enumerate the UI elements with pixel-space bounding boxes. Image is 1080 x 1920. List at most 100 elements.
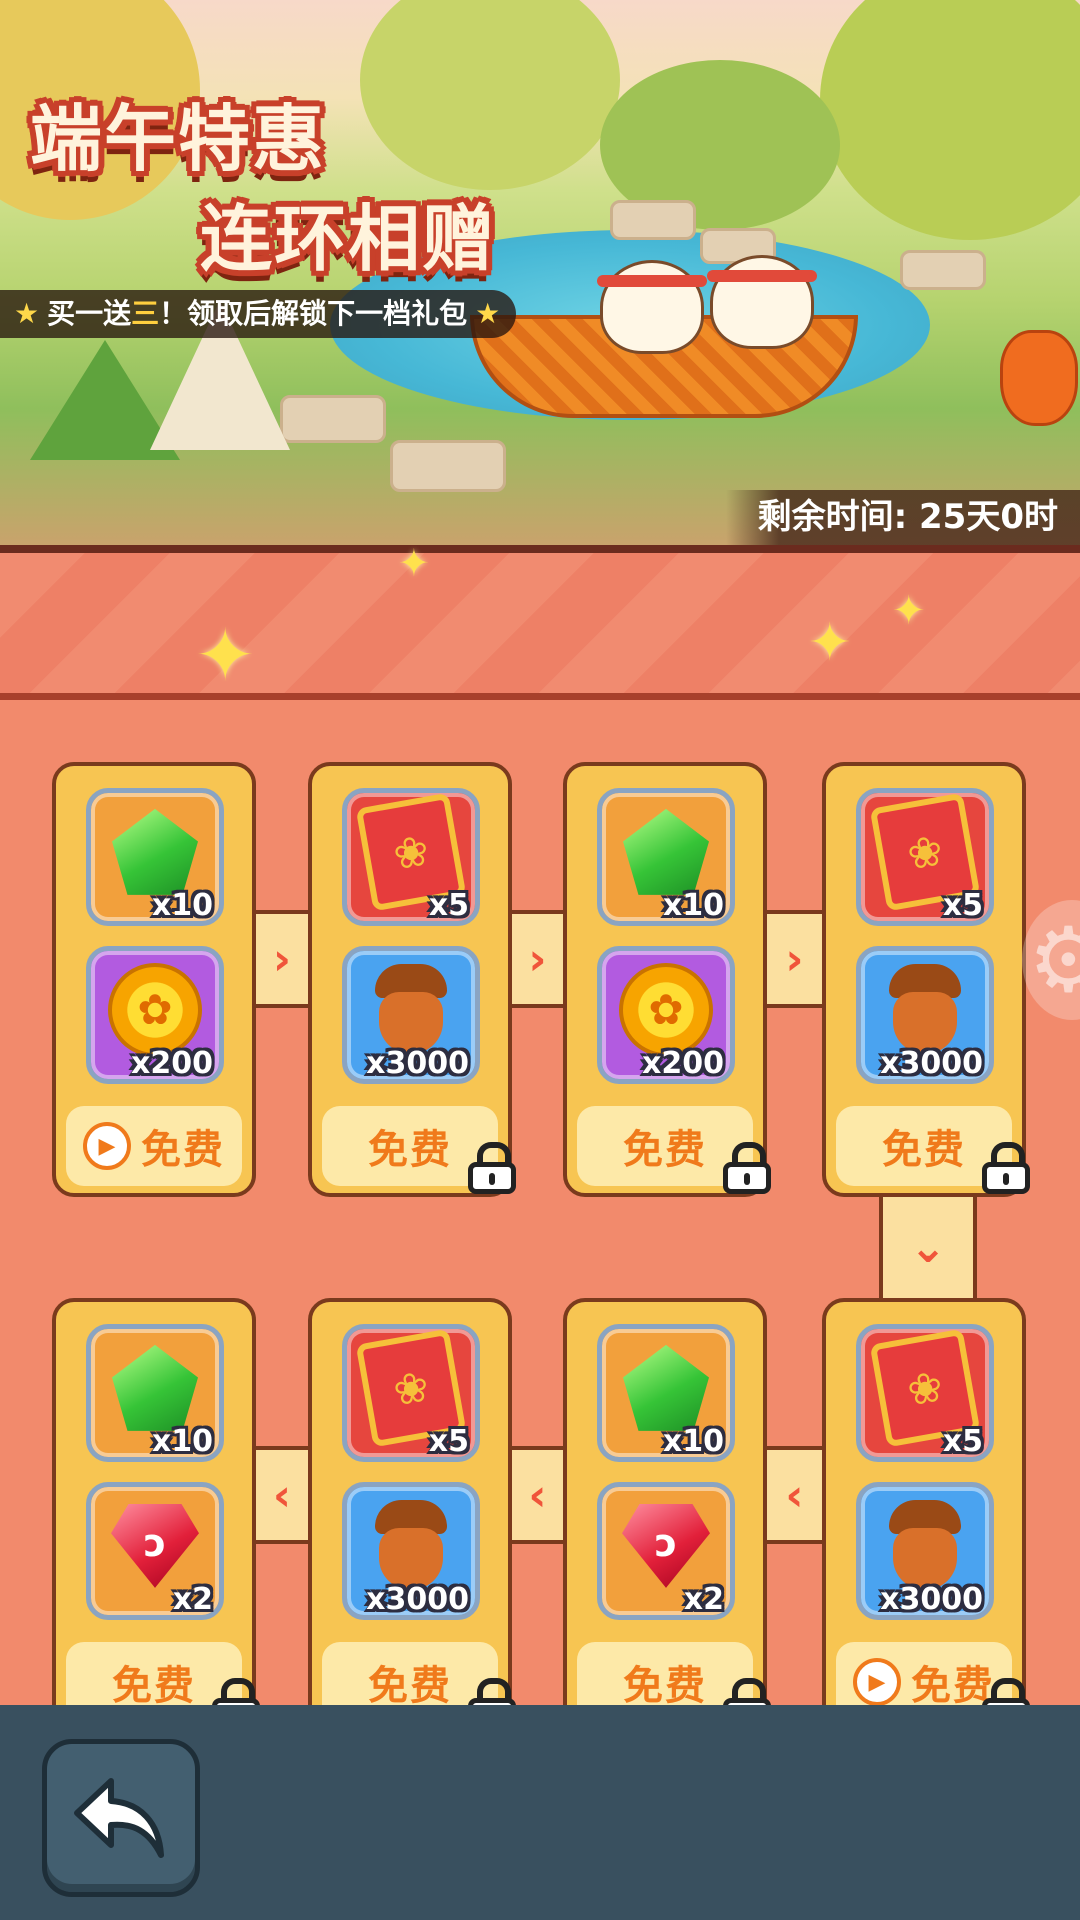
reward-slot[interactable]: x10 bbox=[86, 1324, 224, 1462]
gift-pack-card[interactable]: ❀ x5 x3000 免费 bbox=[308, 762, 516, 1197]
reward-quantity: x3000 bbox=[880, 1046, 983, 1081]
gift-pack-card[interactable]: ❀ x5 x3000 免费 bbox=[822, 762, 1030, 1197]
sparkle-icon: ✦ bbox=[892, 588, 926, 634]
star-icon: ★ bbox=[14, 297, 40, 330]
tree-foliage bbox=[820, 0, 1080, 240]
reward-slot[interactable]: x10 bbox=[597, 1324, 735, 1462]
claim-label: 免费 bbox=[141, 1127, 225, 1173]
reward-slot[interactable]: ✿ x200 bbox=[597, 946, 735, 1084]
stepping-stone bbox=[900, 250, 986, 290]
chevron-right-icon: › bbox=[767, 910, 822, 1008]
reward-slot[interactable]: ↄ x2 bbox=[597, 1482, 735, 1620]
gift-chain-grid: x10 ✿ x200 ▶ 免费 ❀ x5 x3000 免费 x10 ✿ x200 免费 ❀ x5 x3000 免… bbox=[0, 700, 1080, 1705]
green-gem-icon bbox=[112, 808, 198, 895]
event-banner: 端午特惠 连环相赠 ★ 买一送三！领取后解锁下一档礼包 ★ 剩余时间: 25天0… bbox=[0, 0, 1080, 545]
claim-free-button[interactable]: 免费 bbox=[66, 1642, 260, 1705]
claim-free-button[interactable]: 免费 bbox=[577, 1106, 771, 1194]
subtitle-prefix: 买一送 bbox=[47, 297, 132, 330]
claim-label: 免费 bbox=[112, 1663, 196, 1705]
lock-icon bbox=[468, 1678, 516, 1705]
reward-quantity: x5 bbox=[942, 888, 983, 923]
claim-label: 免费 bbox=[623, 1127, 707, 1173]
reward-slot[interactable]: ↄ x2 bbox=[86, 1482, 224, 1620]
lock-icon bbox=[982, 1678, 1030, 1705]
reward-slot[interactable]: ❀ x5 bbox=[856, 788, 994, 926]
gift-pack-card[interactable]: x10 ↄ x2 免费 bbox=[563, 1298, 771, 1705]
reward-slot[interactable]: x3000 bbox=[856, 1482, 994, 1620]
zongzi-rider-1 bbox=[597, 260, 707, 354]
reward-quantity: x10 bbox=[662, 888, 724, 923]
claim-label: 免费 bbox=[882, 1127, 966, 1173]
banner-title-line1: 端午特惠 bbox=[30, 97, 327, 181]
back-arrow-icon bbox=[74, 1778, 164, 1858]
chevron-left-icon: ‹ bbox=[512, 1446, 563, 1544]
reward-quantity: x3000 bbox=[880, 1582, 983, 1617]
reward-quantity: x3000 bbox=[366, 1582, 469, 1617]
claim-free-button[interactable]: ▶ 免费 bbox=[66, 1106, 242, 1186]
red-ruby-icon: ↄ bbox=[622, 1503, 710, 1588]
claim-label: 免费 bbox=[623, 1663, 707, 1705]
reward-slot[interactable]: ❀ x5 bbox=[342, 1324, 480, 1462]
reward-slot[interactable]: x3000 bbox=[342, 1482, 480, 1620]
reward-quantity: x10 bbox=[662, 1424, 724, 1459]
star-icon: ★ bbox=[475, 297, 501, 330]
reward-slot[interactable]: ✿ x200 bbox=[86, 946, 224, 1084]
countdown-timer: 剩余时间: 25天0时 bbox=[725, 490, 1080, 545]
claim-free-button[interactable]: 免费 bbox=[836, 1106, 1030, 1194]
lock-icon bbox=[212, 1678, 260, 1705]
gift-pack-card[interactable]: ❀ x5 x3000 免费 bbox=[308, 1298, 516, 1705]
green-gem-icon bbox=[623, 1344, 709, 1431]
stepping-stone bbox=[390, 440, 506, 492]
gold-coin-icon: ✿ bbox=[108, 962, 202, 1057]
red-ruby-icon: ↄ bbox=[111, 1503, 199, 1588]
green-gem-icon bbox=[112, 1344, 198, 1431]
chevron-right-icon: › bbox=[512, 910, 563, 1008]
play-video-icon: ▶ bbox=[83, 1122, 131, 1170]
reward-slot[interactable]: x3000 bbox=[342, 946, 480, 1084]
subtitle-highlight: 三 bbox=[131, 297, 160, 330]
acorn-icon bbox=[371, 963, 451, 1056]
banner-subtitle: ★ 买一送三！领取后解锁下一档礼包 ★ bbox=[0, 290, 517, 338]
tree-foliage bbox=[360, 0, 620, 190]
gift-pack-card[interactable]: x10 ✿ x200 ▶ 免费 bbox=[52, 762, 256, 1197]
lock-icon bbox=[723, 1142, 771, 1194]
reward-quantity: x5 bbox=[428, 888, 469, 923]
claim-free-button[interactable]: ▶ 免费 bbox=[836, 1642, 1030, 1705]
gift-pack-card[interactable]: x10 ✿ x200 免费 bbox=[563, 762, 771, 1197]
chevron-down-icon: ⌄ bbox=[879, 1197, 977, 1298]
reward-slot[interactable]: ❀ x5 bbox=[342, 788, 480, 926]
chevron-left-icon: ‹ bbox=[767, 1446, 822, 1544]
stepping-stone bbox=[280, 395, 386, 443]
lock-icon bbox=[468, 1142, 516, 1194]
reward-quantity: x200 bbox=[642, 1046, 724, 1081]
reward-slot[interactable]: x10 bbox=[86, 788, 224, 926]
chevron-right-icon: › bbox=[256, 910, 308, 1008]
sparkle-icon: ✦ bbox=[808, 613, 852, 673]
reward-slot[interactable]: ❀ x5 bbox=[856, 1324, 994, 1462]
play-video-icon: ▶ bbox=[853, 1658, 901, 1705]
sparkle-icon: ✦ bbox=[398, 541, 430, 585]
back-button[interactable] bbox=[42, 1739, 200, 1897]
gift-pack-card[interactable]: ❀ x5 x3000 ▶ 免费 bbox=[822, 1298, 1030, 1705]
reward-slot[interactable]: x10 bbox=[597, 788, 735, 926]
claim-free-button[interactable]: 免费 bbox=[322, 1642, 516, 1705]
reward-quantity: x10 bbox=[151, 888, 213, 923]
gear-icon[interactable]: ⚙ bbox=[1022, 900, 1080, 1020]
banner-title-line2: 连环相赠 bbox=[200, 197, 497, 281]
acorn-icon bbox=[885, 1499, 965, 1592]
gift-pack-card[interactable]: x10 ↄ x2 免费 bbox=[52, 1298, 260, 1705]
claim-label: 免费 bbox=[368, 1127, 452, 1173]
reward-slot[interactable]: x3000 bbox=[856, 946, 994, 1084]
lock-icon bbox=[723, 1678, 771, 1705]
lucky-pouch-decoration bbox=[1000, 330, 1078, 426]
reward-quantity: x5 bbox=[942, 1424, 983, 1459]
green-gem-icon bbox=[623, 808, 709, 895]
claim-free-button[interactable]: 免费 bbox=[322, 1106, 516, 1194]
gold-coin-icon: ✿ bbox=[619, 962, 713, 1057]
stepping-stone bbox=[610, 200, 696, 240]
decorative-band: ✦ ✦ ✦ ✦ bbox=[0, 541, 1080, 703]
claim-free-button[interactable]: 免费 bbox=[577, 1642, 771, 1705]
reward-quantity: x5 bbox=[428, 1424, 469, 1459]
sparkle-icon: ✦ bbox=[195, 613, 256, 697]
reward-quantity: x3000 bbox=[366, 1046, 469, 1081]
